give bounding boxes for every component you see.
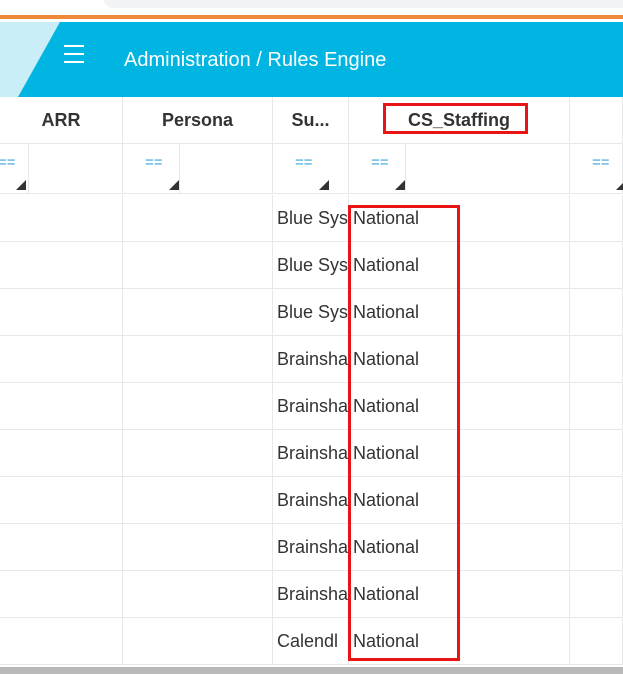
cell-sub[interactable]: Calendl xyxy=(273,618,349,665)
rules-grid: ARR Persona Su... CS_Staffing == == == =… xyxy=(0,97,623,667)
filter-operator-icon[interactable]: == xyxy=(295,154,313,171)
cell-arr[interactable] xyxy=(0,618,123,665)
table-row[interactable]: Blue Sys National xyxy=(0,195,623,242)
column-header-sub[interactable]: Su... xyxy=(273,97,349,144)
cell-next[interactable] xyxy=(570,524,623,571)
cell-sub[interactable]: Brainsha xyxy=(273,336,349,383)
column-header-arr[interactable]: ARR xyxy=(0,97,123,144)
filter-operator-icon[interactable]: == xyxy=(371,154,389,171)
filter-cell-arr[interactable]: == xyxy=(0,144,123,194)
cell-arr[interactable] xyxy=(0,571,123,618)
filter-input-cs-staffing[interactable] xyxy=(405,144,569,193)
filter-input-arr[interactable] xyxy=(28,144,122,193)
filter-cell-sub[interactable]: == xyxy=(273,144,349,194)
table-row[interactable]: Blue Sys National xyxy=(0,289,623,336)
filter-operator-icon[interactable]: == xyxy=(0,154,16,171)
filter-operator-icon[interactable]: == xyxy=(145,154,163,171)
cell-next[interactable] xyxy=(570,242,623,289)
resize-corner-icon xyxy=(319,180,329,190)
cell-persona[interactable] xyxy=(123,195,273,242)
cell-next[interactable] xyxy=(570,618,623,665)
filter-operator-icon[interactable]: == xyxy=(592,154,610,171)
filter-input-persona[interactable] xyxy=(179,144,272,193)
cell-sub[interactable]: Brainsha xyxy=(273,477,349,524)
table-row[interactable]: Brainsha National xyxy=(0,477,623,524)
horizontal-scrollbar[interactable] xyxy=(0,667,623,674)
cell-next[interactable] xyxy=(570,195,623,242)
cell-sub[interactable]: Blue Sys xyxy=(273,195,349,242)
cell-persona[interactable] xyxy=(123,383,273,430)
filter-cell-cs-staffing[interactable]: == xyxy=(349,144,570,194)
cell-arr[interactable] xyxy=(0,383,123,430)
cell-sub[interactable]: Blue Sys xyxy=(273,242,349,289)
resize-corner-icon xyxy=(395,180,405,190)
cell-next[interactable] xyxy=(570,289,623,336)
page-title: Administration / Rules Engine xyxy=(124,49,387,71)
cell-persona[interactable] xyxy=(123,571,273,618)
cell-next[interactable] xyxy=(570,477,623,524)
header-logo-area xyxy=(0,22,60,97)
highlight-box-header xyxy=(383,103,528,134)
cell-next[interactable] xyxy=(570,336,623,383)
table-row[interactable]: Calendl National xyxy=(0,618,623,665)
column-header-next[interactable] xyxy=(570,97,623,144)
table-row[interactable]: Brainsha National xyxy=(0,336,623,383)
cell-arr[interactable] xyxy=(0,195,123,242)
table-row[interactable]: Brainsha National xyxy=(0,571,623,618)
cell-next[interactable] xyxy=(570,430,623,477)
app-header: Administration / Rules Engine xyxy=(0,22,623,97)
filter-cell-persona[interactable]: == xyxy=(123,144,273,194)
cell-sub[interactable]: Brainsha xyxy=(273,383,349,430)
cell-arr[interactable] xyxy=(0,289,123,336)
highlight-box-column xyxy=(348,205,460,661)
cell-sub[interactable]: Brainsha xyxy=(273,571,349,618)
cell-persona[interactable] xyxy=(123,618,273,665)
cell-persona[interactable] xyxy=(123,524,273,571)
table-row[interactable]: Brainsha National xyxy=(0,430,623,477)
cell-persona[interactable] xyxy=(123,336,273,383)
cell-arr[interactable] xyxy=(0,430,123,477)
column-header-persona[interactable]: Persona xyxy=(123,97,273,144)
cell-next[interactable] xyxy=(570,571,623,618)
cell-persona[interactable] xyxy=(123,430,273,477)
resize-corner-icon xyxy=(16,180,26,190)
cell-arr[interactable] xyxy=(0,477,123,524)
address-bar[interactable] xyxy=(104,0,623,8)
resize-corner-icon xyxy=(616,180,623,190)
hamburger-menu-icon[interactable] xyxy=(62,42,86,66)
cell-next[interactable] xyxy=(570,383,623,430)
table-row[interactable]: Brainsha National xyxy=(0,383,623,430)
cell-arr[interactable] xyxy=(0,242,123,289)
cell-arr[interactable] xyxy=(0,336,123,383)
table-row[interactable]: Brainsha National xyxy=(0,524,623,571)
cell-persona[interactable] xyxy=(123,477,273,524)
cell-sub[interactable]: Brainsha xyxy=(273,430,349,477)
cell-persona[interactable] xyxy=(123,289,273,336)
cell-sub[interactable]: Blue Sys xyxy=(273,289,349,336)
table-row[interactable]: Blue Sys National xyxy=(0,242,623,289)
accent-line xyxy=(0,15,623,19)
cell-persona[interactable] xyxy=(123,242,273,289)
cell-sub[interactable]: Brainsha xyxy=(273,524,349,571)
filter-cell-next[interactable]: == xyxy=(570,144,623,194)
resize-corner-icon xyxy=(169,180,179,190)
cell-arr[interactable] xyxy=(0,524,123,571)
